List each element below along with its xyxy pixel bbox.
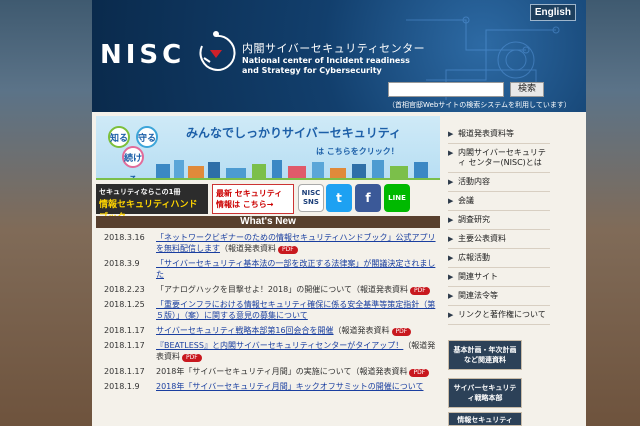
news-item: 2018.2.23 「アナログハックを目撃せよ！2018」の開催について（報道発… bbox=[96, 284, 440, 295]
nisc-sns-banner[interactable]: NISC SNS bbox=[298, 184, 324, 212]
news-text: 2018年「サイバーセキュリティ月間」の実施について bbox=[156, 367, 352, 376]
side-banner-infosec[interactable]: 情報セキュリティ bbox=[448, 412, 522, 426]
search-note: （首相官邸Webサイトの検索システムを利用しています） bbox=[388, 101, 571, 109]
news-item: 2018.1.25 「重要インフラにおける情報セキュリティ確保に係る安全基準等策… bbox=[96, 299, 440, 321]
chevron-right-icon: ▶ bbox=[448, 197, 454, 205]
news-date: 2018.3.16 bbox=[104, 233, 145, 242]
nav-label: 会議 bbox=[458, 196, 474, 205]
english-button[interactable]: English bbox=[529, 4, 576, 21]
pdf-badge[interactable]: PDF bbox=[182, 354, 202, 362]
news-date: 2018.2.23 bbox=[104, 285, 145, 294]
nav-item-about[interactable]: ▶ 内閣サイバーセキュリティ センター(NISC)とは bbox=[448, 144, 550, 173]
search-input[interactable] bbox=[388, 82, 504, 97]
town-skyline-illustration bbox=[96, 160, 440, 180]
chevron-right-icon: ▶ bbox=[448, 235, 454, 243]
news-date: 2018.1.9 bbox=[104, 382, 140, 391]
news-item: 2018.1.17 サイバーセキュリティ戦略本部第16回会合を開催（報道発表資料… bbox=[96, 325, 440, 336]
news-date: 2018.1.17 bbox=[104, 367, 145, 376]
handbook-top-text: セキュリティならこの1冊 bbox=[99, 188, 181, 196]
news-tag: （報道発表資料 bbox=[220, 244, 276, 253]
chevron-right-icon: ▶ bbox=[448, 149, 454, 157]
nav-item-research[interactable]: ▶ 調査研究 bbox=[448, 211, 550, 230]
nav-label: 主要公表資料 bbox=[458, 234, 506, 243]
news-date: 2018.3.9 bbox=[104, 259, 140, 268]
news-text: 「アナログハックを目撃せよ！2018」の開催について bbox=[156, 285, 352, 294]
line-icon[interactable]: LINE bbox=[384, 184, 410, 212]
news-item: 2018.1.9 2018年「サイバーセキュリティ月間」キックオフサミットの開催… bbox=[96, 381, 440, 392]
side-banner-headquarters[interactable]: サイバーセキュリティ戦略本部 bbox=[448, 378, 522, 408]
nav-label: 活動内容 bbox=[458, 177, 490, 186]
nav-item-meetings[interactable]: ▶ 会議 bbox=[448, 192, 550, 211]
nisc-logo-mark bbox=[199, 31, 236, 71]
side-banner-plans[interactable]: 基本計画・年次計画など関連資料 bbox=[448, 340, 522, 370]
pdf-badge[interactable]: PDF bbox=[278, 246, 298, 254]
nav-label: 内閣サイバーセキュリティ センター(NISC)とは bbox=[458, 148, 546, 167]
latest-info-banner[interactable]: 最新 セキュリティ情報は こちら→ bbox=[212, 184, 294, 214]
news-date: 2018.1.17 bbox=[104, 326, 145, 335]
main-nav: ▶ 報道発表資料等 ▶ 内閣サイバーセキュリティ センター(NISC)とは ▶ 活動内… bbox=[448, 125, 550, 325]
page-frame: English NISC 内閣サイバーセキュリティセンター National c… bbox=[92, 0, 586, 426]
site-header: English NISC 内閣サイバーセキュリティセンター National c… bbox=[92, 0, 586, 112]
nav-item-press[interactable]: ▶ 報道発表資料等 bbox=[448, 125, 550, 144]
nisc-logo[interactable]: NISC bbox=[100, 40, 185, 70]
whats-new-header: What's New bbox=[96, 216, 440, 228]
pdf-badge[interactable]: PDF bbox=[409, 287, 430, 295]
nav-item-pr[interactable]: ▶ 広報活動 bbox=[448, 249, 550, 268]
nav-label: 広報活動 bbox=[458, 253, 490, 262]
nav-label: 関連法令等 bbox=[458, 291, 498, 300]
news-link[interactable]: 「サイバーセキュリティ基本法の一部を改正する法律案」が閣議決定されました bbox=[156, 259, 435, 279]
nav-label: リンクと著作権について bbox=[458, 310, 546, 319]
facebook-icon[interactable]: f bbox=[355, 184, 381, 212]
news-date: 2018.1.17 bbox=[104, 341, 145, 350]
nav-item-related-sites[interactable]: ▶ 関連サイト bbox=[448, 268, 550, 287]
chevron-right-icon: ▶ bbox=[448, 130, 454, 138]
news-tag: （報道発表資料 bbox=[351, 285, 408, 294]
nav-item-publications[interactable]: ▶ 主要公表資料 bbox=[448, 230, 550, 249]
site-title-en: National center of Incident readiness an… bbox=[242, 56, 410, 75]
site-title-jp: 内閣サイバーセキュリティセンター bbox=[242, 42, 426, 55]
pdf-badge[interactable]: PDF bbox=[391, 328, 412, 336]
nav-item-links-copyright[interactable]: ▶ リンクと著作権について bbox=[448, 306, 550, 325]
cybersecurity-banner[interactable]: 知る 守る 続ける みんなでしっかりサイバーセキュリティ は こちらをクリック！ bbox=[96, 116, 440, 180]
chevron-right-icon: ▶ bbox=[448, 273, 454, 281]
banner-circle-know: 知る bbox=[108, 126, 130, 148]
banner-headline: みんなでしっかりサイバーセキュリティ bbox=[186, 126, 402, 140]
news-item: 2018.3.16 「ネットワークビギナーのための情報セキュリティハンドブック」… bbox=[96, 232, 440, 254]
nav-label: 報道発表資料等 bbox=[458, 129, 514, 138]
news-tag: （報道発表資料 bbox=[351, 367, 408, 376]
news-item: 2018.3.9 「サイバーセキュリティ基本法の一部を改正する法律案」が閣議決定… bbox=[96, 258, 440, 280]
news-link[interactable]: 2018年「サイバーセキュリティ月間」キックオフサミットの開催について bbox=[156, 382, 423, 391]
chevron-right-icon: ▶ bbox=[448, 254, 454, 262]
news-list: 2018.3.16 「ネットワークビギナーのための情報セキュリティハンドブック」… bbox=[96, 232, 440, 396]
news-date: 2018.1.25 bbox=[104, 300, 145, 309]
news-link[interactable]: サイバーセキュリティ戦略本部第16回会合を開催 bbox=[156, 326, 334, 335]
chevron-right-icon: ▶ bbox=[448, 178, 454, 186]
news-item: 2018.1.17 『BEATLESS』と内閣サイバーセキュリティセンターがタイ… bbox=[96, 340, 440, 362]
nav-item-laws[interactable]: ▶ 関連法令等 bbox=[448, 287, 550, 306]
nav-label: 調査研究 bbox=[458, 215, 490, 224]
nav-item-activities[interactable]: ▶ 活動内容 bbox=[448, 173, 550, 192]
pdf-badge[interactable]: PDF bbox=[409, 369, 430, 377]
news-item: 2018.1.17 2018年「サイバーセキュリティ月間」の実施について（報道発… bbox=[96, 366, 440, 377]
chevron-right-icon: ▶ bbox=[448, 311, 454, 319]
chevron-right-icon: ▶ bbox=[448, 292, 454, 300]
news-link[interactable]: 「重要インフラにおける情報セキュリティ確保に係る安全基準等策定指針（第５版）」（… bbox=[156, 300, 435, 320]
news-tag: （報道発表資料 bbox=[333, 326, 390, 335]
nav-label: 関連サイト bbox=[458, 272, 498, 281]
chevron-right-icon: ▶ bbox=[448, 216, 454, 224]
twitter-icon[interactable]: t bbox=[326, 184, 352, 212]
news-link[interactable]: 『BEATLESS』と内閣サイバーセキュリティセンターがタイアップ！ bbox=[156, 341, 403, 350]
banner-circle-protect: 守る bbox=[136, 126, 158, 148]
search-button[interactable]: 検索 bbox=[510, 82, 544, 97]
handbook-banner[interactable]: セキュリティならこの1冊 情報セキュリティハンドブック bbox=[96, 184, 208, 223]
banner-click-text: は こちらをクリック！ bbox=[316, 147, 399, 156]
